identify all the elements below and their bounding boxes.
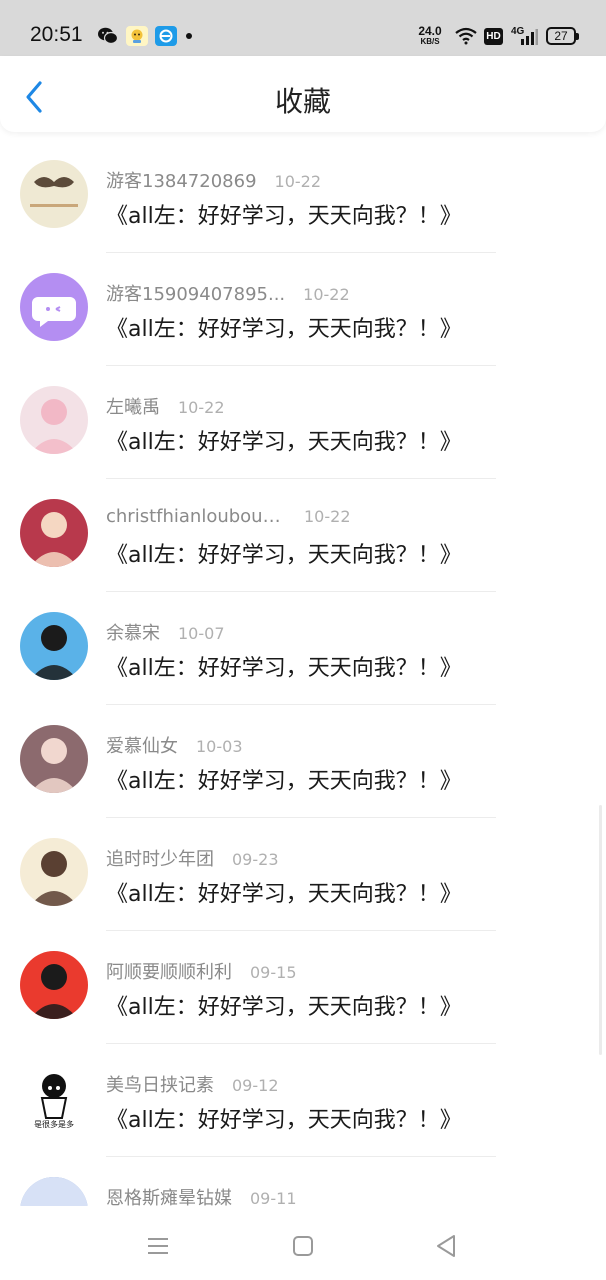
browser-app-icon: [155, 26, 177, 46]
username[interactable]: 游客15909407895...: [106, 280, 285, 306]
item-meta: christfhianloubout... 10-22: [106, 506, 351, 527]
username[interactable]: 爱慕仙女: [106, 732, 178, 758]
scrollbar[interactable]: [599, 805, 602, 1055]
username[interactable]: 美鸟日挟记素: [106, 1071, 214, 1097]
list-item[interactable]: 游客1384720869 10-22 《all左：好好学习，天天向我？！》: [0, 140, 606, 253]
username[interactable]: 余慕宋: [106, 619, 160, 645]
date: 10-22: [178, 398, 225, 417]
list-item[interactable]: 爱慕仙女 10-03 《all左：好好学习，天天向我？！》: [0, 705, 606, 818]
date: 10-22: [304, 507, 351, 526]
avatar[interactable]: [20, 838, 88, 906]
item-meta: 余慕宋 10-07: [106, 619, 225, 645]
page-title: 收藏: [274, 85, 331, 118]
list-item[interactable]: 阿顺要顺顺利利 09-15 《all左：好好学习，天天向我？！》: [0, 931, 606, 1044]
favorite-title[interactable]: 《all左：好好学习，天天向我？！》: [106, 650, 462, 682]
avatar[interactable]: [20, 160, 88, 228]
battery-indicator: 27: [546, 27, 579, 45]
date: 10-07: [178, 624, 225, 643]
username[interactable]: 左曦禹: [106, 393, 160, 419]
list-item[interactable]: 左曦禹 10-22 《all左：好好学习，天天向我？！》: [0, 366, 606, 479]
favorite-title[interactable]: 《all左：好好学习，天天向我？！》: [106, 311, 462, 343]
status-bar: 20:51 24.0 KB/S HD 4G 27: [0, 0, 606, 56]
list-item[interactable]: 余慕宋 10-07 《all左：好好学习，天天向我？！》: [0, 592, 606, 705]
item-meta: 爱慕仙女 10-03: [106, 732, 243, 758]
more-notifications-dot: [186, 33, 192, 39]
list-item[interactable]: 是很多是多 美鸟日挟记素 09-12 《all左：好好学习，天天向我？！》: [0, 1044, 606, 1157]
avatar[interactable]: [20, 499, 88, 567]
avatar[interactable]: [20, 273, 88, 341]
home-button[interactable]: [283, 1226, 323, 1266]
contact-app-icon: [126, 26, 148, 46]
date: 09-11: [250, 1189, 297, 1206]
list-item[interactable]: christfhianloubout... 10-22 《all左：好好学习，天天向…: [0, 479, 606, 592]
list-item[interactable]: 游客15909407895... 10-22 《all左：好好学习，天天向我？！》: [0, 253, 606, 366]
list-item[interactable]: 追时时少年团 09-23 《all左：好好学习，天天向我？！》: [0, 818, 606, 931]
avatar[interactable]: 是很多是多: [20, 1064, 88, 1132]
favorite-title[interactable]: 《all左：好好学习，天天向我？！》: [106, 876, 462, 908]
nav-back-button[interactable]: [426, 1226, 466, 1266]
favorite-title[interactable]: 《all左：好好学习，天天向我？！》: [106, 424, 462, 456]
favorite-title[interactable]: 《all左：好好学习，天天向我？！》: [106, 1102, 462, 1134]
item-meta: 阿顺要顺顺利利 09-15: [106, 958, 297, 984]
status-time: 20:51: [30, 23, 83, 46]
username[interactable]: christfhianloubout...: [106, 506, 286, 527]
favorite-title[interactable]: 《all左：好好学习，天天向我？！》: [106, 989, 462, 1021]
favorite-title[interactable]: 《all左：好好学习，天天向我？！》: [106, 537, 462, 569]
back-icon: [437, 1235, 455, 1257]
page-header: 收藏: [0, 56, 606, 132]
svg-text:是很多是多: 是很多是多: [34, 1119, 74, 1129]
username[interactable]: 游客1384720869: [106, 167, 257, 193]
wifi-icon: [454, 27, 478, 49]
wechat-icon: [97, 26, 119, 46]
date: 10-22: [303, 285, 350, 304]
username[interactable]: 追时时少年团: [106, 845, 214, 871]
hd-icon: HD: [484, 28, 503, 45]
network-speed-unit: KB/S: [420, 37, 440, 46]
favorites-list[interactable]: 游客1384720869 10-22 《all左：好好学习，天天向我？！》 游客159…: [0, 140, 606, 1206]
system-nav-bar: [0, 1206, 606, 1280]
item-meta: 恩格斯瘫晕钻媒 09-11: [106, 1184, 297, 1206]
avatar[interactable]: [20, 951, 88, 1019]
item-meta: 左曦禹 10-22: [106, 393, 225, 419]
item-meta: 美鸟日挟记素 09-12: [106, 1071, 279, 1097]
username[interactable]: 阿顺要顺顺利利: [106, 958, 232, 984]
favorite-title[interactable]: 《all左：好好学习，天天向我？！》: [106, 198, 462, 230]
avatar[interactable]: [20, 1177, 88, 1206]
item-meta: 游客15909407895... 10-22: [106, 280, 350, 306]
date: 10-03: [196, 737, 243, 756]
date: 09-15: [250, 963, 297, 982]
date: 09-23: [232, 850, 279, 869]
list-item[interactable]: 恩格斯瘫晕钻媒 09-11: [0, 1157, 606, 1206]
item-meta: 游客1384720869 10-22: [106, 167, 321, 193]
network-speed: 24.0 KB/S: [415, 25, 445, 46]
home-icon: [293, 1236, 313, 1256]
date: 10-22: [274, 172, 322, 191]
avatar[interactable]: [20, 386, 88, 454]
username[interactable]: 恩格斯瘫晕钻媒: [106, 1184, 232, 1206]
network-speed-value: 24.0: [418, 24, 442, 38]
avatar[interactable]: [20, 612, 88, 680]
menu-button[interactable]: [138, 1226, 178, 1266]
menu-icon: [148, 1238, 168, 1254]
date: 09-12: [232, 1076, 279, 1095]
item-meta: 追时时少年团 09-23: [106, 845, 279, 871]
avatar[interactable]: [20, 725, 88, 793]
favorite-title[interactable]: 《all左：好好学习，天天向我？！》: [106, 763, 462, 795]
signal-icon: [520, 28, 538, 50]
